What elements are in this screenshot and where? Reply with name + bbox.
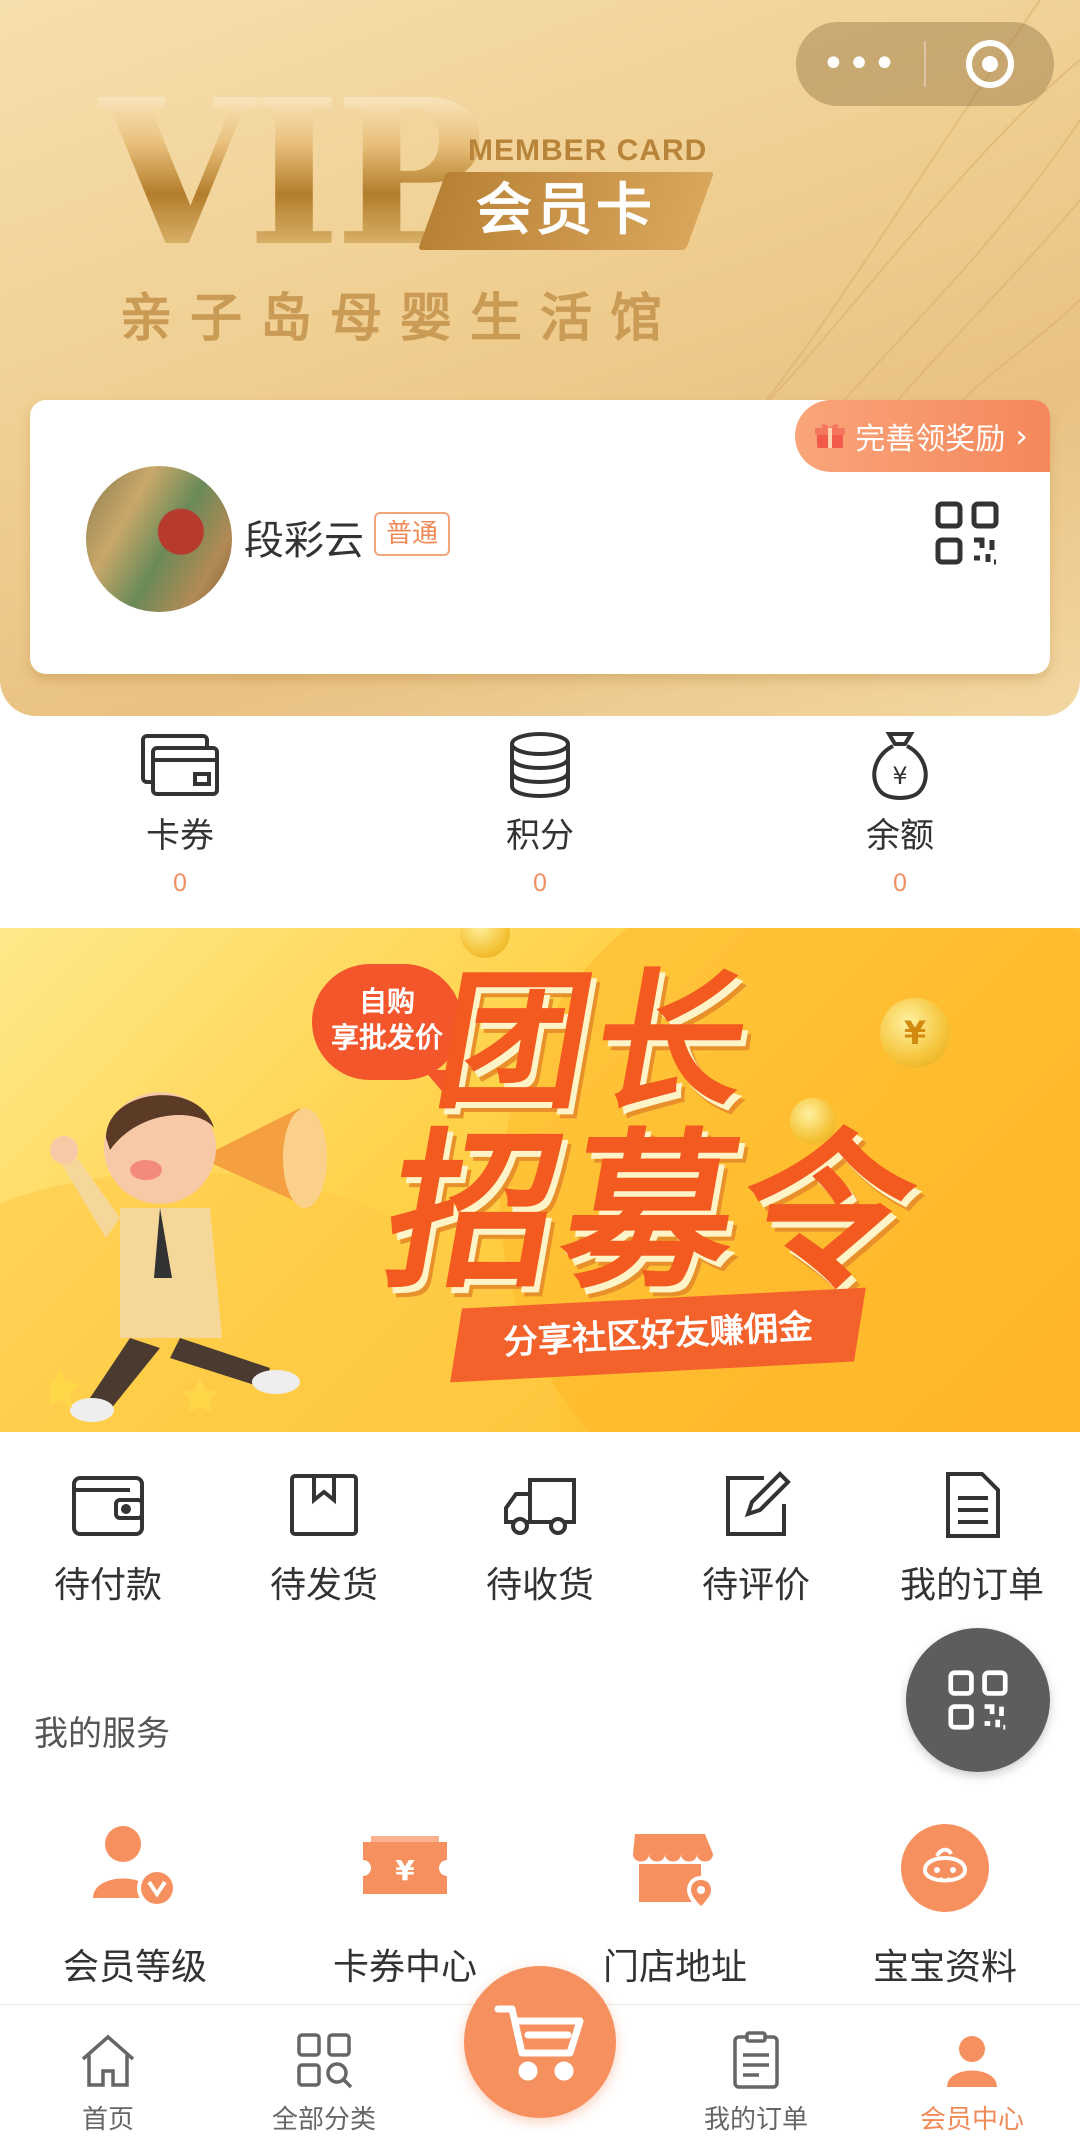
service-label: 会员等级 [62,1947,207,1988]
store-name: 亲子岛母婴生活馆 [120,289,681,349]
truck-icon [504,1478,576,1535]
order-status-row: 待付款 待发货 待收货 待评价 我的订单 [0,1470,1080,1630]
qr-code-icon [948,1670,1008,1730]
baby-icon [901,1824,989,1912]
tab-label: 全部分类 [271,2105,376,2135]
asset-label: 积分 [506,816,574,856]
asset-value: 0 [172,869,188,897]
cheering-man-illustration [50,1092,327,1422]
card-icon [141,734,219,796]
order-label: 我的订单 [899,1565,1044,1606]
group-leader-banner[interactable]: ¥ 自购 享批发价 团长 招募令 分享社区好友赚佣金 [0,928,1080,1432]
target-icon [966,40,1014,88]
services-row: 会员等级 ¥ 卡券中心 门店地址 宝宝资料 [0,1820,1080,1990]
asset-points[interactable]: 积分 0 [360,730,720,920]
asset-label: 余额 [866,816,934,856]
order-pending-review[interactable]: 待评价 [648,1470,864,1630]
coupon-icon: ¥ [363,1836,447,1894]
service-member-level[interactable]: 会员等级 [0,1820,270,1990]
chevron-right-icon: › [1015,417,1028,455]
complete-reward-button[interactable]: 完善领奖励 › [795,400,1050,472]
wallet-icon [72,1476,144,1536]
edit-icon [726,1471,791,1536]
tab-label: 首页 [81,2105,134,2135]
service-baby-info[interactable]: 宝宝资料 [810,1820,1080,1990]
mini-program-capsule: ••• [796,22,1054,106]
tab-my-orders[interactable]: 我的订单 [648,2005,864,2150]
member-card-badge: 会员卡 [417,172,715,250]
store-location-icon [633,1834,715,1912]
reward-tag-label: 完善领奖励 [855,422,1006,457]
floating-qr-button[interactable] [906,1628,1050,1772]
services-section-title: 我的服务 [34,1714,170,1754]
user-icon [947,2036,997,2087]
order-pending-payment[interactable]: 待付款 [0,1470,216,1630]
gift-icon [815,424,846,448]
order-pending-receipt[interactable]: 待收货 [432,1470,648,1630]
service-coupon-center[interactable]: ¥ 卡券中心 [270,1820,540,1990]
close-target-button[interactable] [926,40,1054,88]
order-label: 待付款 [53,1565,162,1606]
order-all[interactable]: 我的订单 [864,1470,1080,1630]
asset-balance[interactable]: ¥ 余额 0 [720,730,1080,920]
category-icon [297,2033,353,2089]
order-label: 待评价 [701,1565,810,1606]
asset-value: 0 [892,869,908,897]
service-label: 宝宝资料 [872,1947,1017,1988]
bubble-line1: 自购 [358,985,415,1018]
service-label: 卡券中心 [332,1947,477,1988]
asset-label: 卡券 [146,816,214,856]
member-card-zh: 会员卡 [476,178,656,243]
member-level-badge: 普通 [374,512,451,556]
order-label: 待发货 [269,1565,378,1606]
money-bag-icon: ¥ [872,732,928,800]
coin-icon: ¥ [880,998,950,1068]
document-icon [946,1472,1000,1538]
tab-label: 我的订单 [703,2105,808,2135]
banner-title-line1: 团长 [424,956,768,1130]
user-info-card: 完善领奖励 › 段彩云 普通 [30,400,1050,674]
box-icon [290,1474,358,1536]
coin-icon [460,928,510,958]
tab-home[interactable]: 首页 [0,2005,216,2150]
tab-member-center[interactable]: 会员中心 [864,2005,1080,2150]
avatar[interactable] [86,466,232,612]
banner-title-line2: 招募令 [372,1114,936,1312]
order-pending-shipment[interactable]: 待发货 [216,1470,432,1630]
order-clipboard-icon [733,2031,779,2089]
cart-button[interactable] [464,1966,616,2118]
tab-label: 会员中心 [919,2105,1024,2135]
coins-icon [510,732,570,799]
user-name: 段彩云 [244,518,364,564]
svg-text:¥: ¥ [395,1854,415,1887]
service-label: 门店地址 [602,1947,747,1988]
asset-coupons[interactable]: 卡券 0 [0,730,360,920]
home-icon [81,2034,135,2087]
vip-card-header: VIP MEMBER CARD 会员卡 亲子岛母婴生活馆 ••• 完善领奖励 ›… [0,0,1080,716]
svg-text:¥: ¥ [892,762,907,790]
more-menu-button[interactable]: ••• [796,22,924,106]
member-level-icon [93,1826,177,1908]
asset-value: 0 [532,869,548,897]
member-card-en: MEMBER CARD [468,134,708,167]
assets-row: 卡券 0 积分 0 ¥ 余额 0 [0,730,1080,920]
order-label: 待收货 [485,1565,594,1606]
tab-categories[interactable]: 全部分类 [216,2005,432,2150]
cart-icon [494,2005,584,2081]
service-store-address[interactable]: 门店地址 [540,1820,810,1990]
qr-code-icon[interactable] [934,500,1000,566]
